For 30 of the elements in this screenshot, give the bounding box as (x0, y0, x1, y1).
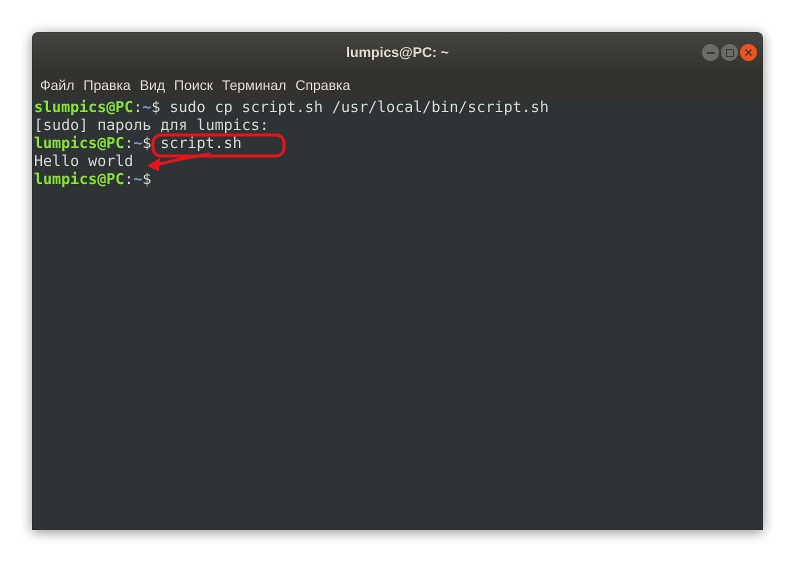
prompt-path: ~ (142, 98, 152, 116)
prompt-path: ~ (133, 170, 142, 188)
command-text: sudo cp script.sh /usr/local/bin/script.sh (169, 98, 549, 116)
prompt-separator: : (133, 98, 142, 116)
prompt-symbol: $ (151, 98, 160, 116)
output-text: Hello world (34, 152, 134, 170)
output-text: [sudo] пароль для lumpics: (34, 116, 269, 134)
minimize-button[interactable] (702, 44, 719, 61)
menu-item[interactable]: Справка (295, 74, 350, 96)
annotation-arrow (147, 152, 210, 171)
command-text: script.sh (160, 134, 242, 152)
close-icon (745, 49, 752, 56)
prompt-separator: : (124, 170, 134, 188)
menu-item[interactable]: Файл (40, 74, 74, 96)
prompt-user: slumpics@PC (34, 98, 134, 116)
prompt-user: lumpics@PC (34, 170, 124, 188)
prompt-separator: : (124, 134, 134, 152)
maximize-icon (726, 48, 734, 56)
prompt-symbol: $ (142, 170, 152, 188)
prompt-user: lumpics@PC (34, 134, 124, 152)
menu-item[interactable]: Правка (83, 74, 131, 96)
menu-item[interactable]: Терминал (222, 74, 286, 96)
minimize-icon (706, 52, 714, 54)
prompt-symbol: $ (142, 134, 152, 152)
prompt-path: ~ (133, 134, 142, 152)
menu-item[interactable]: Поиск (174, 74, 213, 96)
close-button[interactable] (740, 44, 757, 61)
window-title: lumpics@PC: ~ (346, 42, 449, 62)
menu-item[interactable]: Вид (140, 74, 166, 96)
maximize-button[interactable] (721, 44, 738, 61)
